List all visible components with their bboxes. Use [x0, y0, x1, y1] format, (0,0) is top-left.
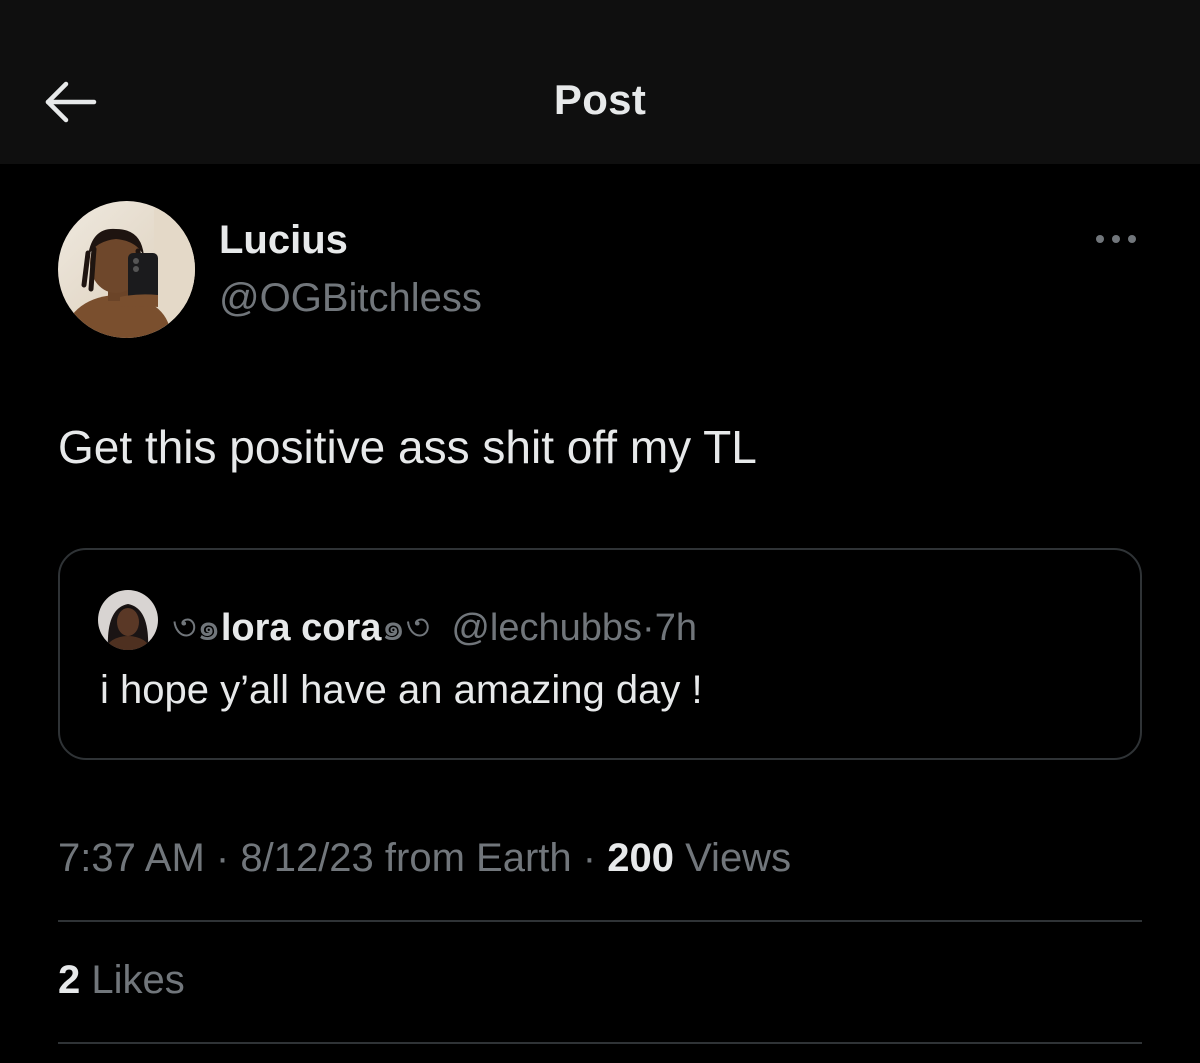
post-date-source: 8/12/23 from Earth [240, 836, 572, 880]
likes-count: 2 [58, 958, 81, 1002]
user-avatar [98, 590, 158, 650]
user-avatar [58, 201, 195, 338]
post-text: Get this positive ass shit off my TL [58, 421, 757, 473]
views-count: 200 [607, 836, 674, 880]
more-options-button[interactable] [1092, 228, 1140, 250]
quoted-separator: · [642, 607, 655, 649]
quoted-author-handle: @lechubbs [451, 607, 643, 649]
quoted-author-avatar [98, 590, 158, 650]
quoted-post-text: i hope y’all have an amazing day ! [100, 668, 703, 712]
quoted-timestamp: 7h [654, 607, 697, 649]
quoted-post-header: ৩๑lora cora๑৩ @lechubbs·7h [172, 596, 697, 662]
divider [58, 920, 1142, 922]
post-time: 7:37 AM [58, 836, 205, 880]
post-meta: 7:37 AM · 8/12/23 from Earth · 200 Views [58, 836, 791, 881]
meta-separator: · [215, 836, 230, 880]
author-avatar[interactable] [58, 201, 195, 338]
likes-link[interactable]: 2 Likes [58, 958, 185, 1003]
quoted-author-name: lora cora [220, 607, 382, 649]
quoted-name-ornament-left: ৩๑ [172, 607, 221, 649]
divider [58, 1042, 1142, 1044]
quoted-name-ornament-right: ๑৩ [381, 607, 431, 649]
page-title: Post [553, 76, 647, 123]
more-horizontal-icon [1096, 235, 1136, 243]
likes-label: Likes [91, 958, 185, 1002]
author-handle[interactable]: @OGBitchless [219, 276, 482, 321]
views-label: Views [685, 836, 792, 880]
author-name[interactable]: Lucius [219, 218, 348, 263]
meta-separator: · [582, 836, 597, 880]
